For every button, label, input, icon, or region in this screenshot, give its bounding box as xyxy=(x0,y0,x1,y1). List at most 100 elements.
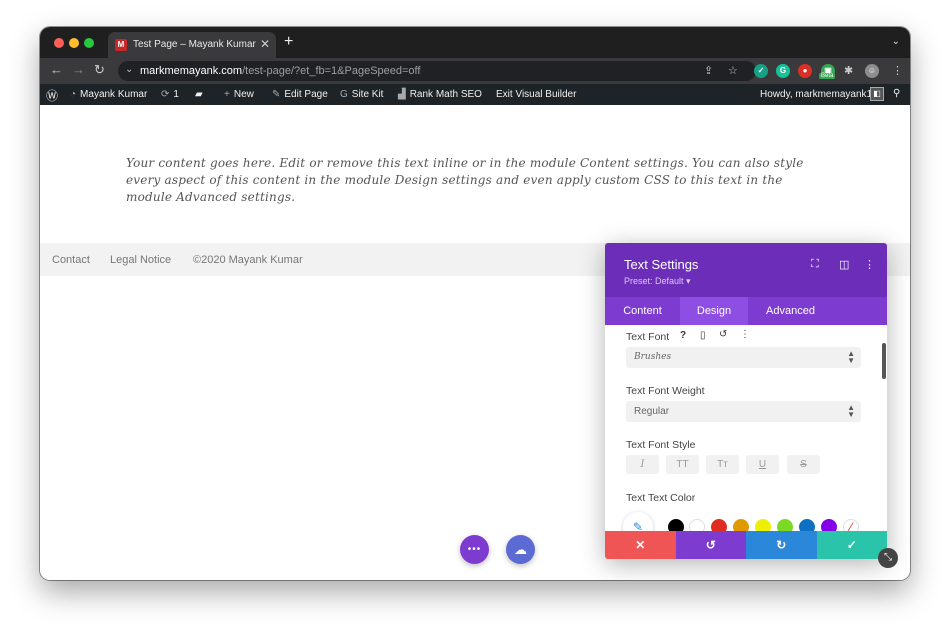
field-menu-icon[interactable]: ⋮ xyxy=(740,329,750,340)
footer-copyright: ©2020 Mayank Kumar xyxy=(193,254,303,266)
maximize-window-button[interactable] xyxy=(84,38,94,48)
url-text: markmemayank.com/test-page/?et_fb=1&Page… xyxy=(140,65,420,77)
wp-admin-bar: Ⓦ ◔ Mayank Kumar ⟳ 1 ▰ + New ✎ Edit Page G Si… xyxy=(40,84,910,105)
sidebar-snap-icon[interactable]: ◫ xyxy=(839,258,849,271)
user-avatar[interactable]: ◧ xyxy=(870,87,884,101)
back-icon[interactable]: ← xyxy=(50,63,63,77)
help-icon[interactable]: ? xyxy=(680,330,686,341)
favicon-icon: M xyxy=(115,39,127,51)
extension-red-icon[interactable]: ● xyxy=(798,64,812,78)
tab-title: Test Page – Mayank Kumar xyxy=(133,39,256,50)
edit-page-link[interactable]: ✎ Edit Page xyxy=(272,89,328,100)
comments-icon[interactable]: ▰ xyxy=(195,89,203,100)
updates-link[interactable]: ⟳ 1 xyxy=(161,89,179,100)
tab-bar: M Test Page – Mayank Kumar ✕ + ⌄ xyxy=(40,27,910,58)
site-name-link[interactable]: ◔ Mayank Kumar xyxy=(70,89,147,100)
font-weight-value: Regular xyxy=(634,406,670,417)
forward-icon[interactable]: → xyxy=(72,63,85,77)
site-info-icon[interactable]: ⌄ xyxy=(125,64,133,75)
extensions-puzzle-icon[interactable]: ✱ xyxy=(844,64,853,78)
extension-shield-icon[interactable]: ✓ xyxy=(754,64,768,78)
modal-tabs: Content Design Advanced xyxy=(605,297,887,325)
uppercase-style-button[interactable]: TT xyxy=(666,455,699,474)
builder-app-button[interactable]: ☁ xyxy=(506,535,535,564)
rank-math-label: Rank Math SEO xyxy=(409,89,482,100)
color-swatch-yellow[interactable] xyxy=(755,519,771,531)
color-picker-eyedropper-icon[interactable]: ✎ xyxy=(623,512,653,531)
resize-handle-icon[interactable]: ⤡ xyxy=(878,548,898,568)
address-bar[interactable]: ⌄ markmemayank.com/test-page/?et_fb=1&Pa… xyxy=(118,61,756,81)
reset-icon[interactable]: ↺ xyxy=(719,329,727,340)
tab-content[interactable]: Content xyxy=(605,297,680,325)
color-swatch-blue[interactable] xyxy=(799,519,815,531)
redo-button[interactable]: ↻ xyxy=(746,531,817,559)
close-window-button[interactable] xyxy=(54,38,64,48)
search-icon[interactable]: ⚲ xyxy=(893,88,900,99)
color-swatch-green[interactable] xyxy=(777,519,793,531)
font-style-label: Text Font Style xyxy=(626,439,696,451)
underline-style-button[interactable]: U xyxy=(746,455,779,474)
select-arrows-icon: ▲ ▼ xyxy=(847,403,855,419)
tab-design[interactable]: Design xyxy=(680,297,748,325)
browser-window: M Test Page – Mayank Kumar ✕ + ⌄ ← → ↻ ⌄… xyxy=(40,27,910,580)
new-label: New xyxy=(233,89,254,100)
footer-link-contact[interactable]: Contact xyxy=(52,254,90,266)
text-font-value: Brushes xyxy=(634,352,672,362)
google-g-icon: G xyxy=(340,89,348,100)
share-icon[interactable]: ⇪ xyxy=(704,64,713,77)
save-button[interactable]: ✓ xyxy=(816,531,887,559)
footer-link-legal-notice[interactable]: Legal Notice xyxy=(110,254,171,266)
responsive-icon[interactable]: ▯ xyxy=(700,330,706,341)
reload-icon[interactable]: ↻ xyxy=(94,63,105,77)
site-kit-label: Site Kit xyxy=(351,89,384,100)
minimize-window-button[interactable] xyxy=(69,38,79,48)
cancel-button[interactable]: ✕ xyxy=(605,531,676,559)
font-weight-label: Text Font Weight xyxy=(626,385,705,397)
browser-tab[interactable]: M Test Page – Mayank Kumar ✕ xyxy=(108,32,276,58)
new-content-link[interactable]: + New xyxy=(224,89,254,100)
preset-dropdown[interactable]: Preset: Default ▾ xyxy=(624,276,691,287)
browser-toolbar: ← → ↻ ⌄ markmemayank.com/test-page/?et_f… xyxy=(40,58,910,84)
modal-footer: ✕ ↺ ↻ ✓ xyxy=(605,531,887,559)
exit-visual-builder-link[interactable]: Exit Visual Builder xyxy=(496,89,576,100)
text-font-label: Text Font xyxy=(626,331,670,343)
capitalize-style-button[interactable]: Tт xyxy=(706,455,739,474)
bookmark-star-icon[interactable]: ☆ xyxy=(728,64,738,77)
text-font-select[interactable]: Brushes ▲ ▼ xyxy=(626,347,861,368)
grammarly-icon[interactable]: G xyxy=(776,64,790,78)
new-tab-icon[interactable]: + xyxy=(284,34,293,50)
color-swatch-orange[interactable] xyxy=(733,519,749,531)
howdy-user-link[interactable]: Howdy, markmemayank1 xyxy=(760,89,872,100)
color-swatch-black[interactable] xyxy=(668,519,684,531)
strikethrough-style-button[interactable]: S xyxy=(787,455,820,474)
undo-button[interactable]: ↺ xyxy=(675,531,746,559)
text-module-body[interactable]: Your content goes here. Edit or remove t… xyxy=(126,155,826,206)
color-swatch-purple[interactable] xyxy=(821,519,837,531)
dashboard-icon: ◔ xyxy=(70,89,77,100)
modal-header: Text Settings Preset: Default ▾ ⛶ ◫ ⋮ xyxy=(605,243,887,297)
text-color-label: Text Text Color xyxy=(626,492,696,504)
color-swatch-none-icon[interactable]: ⁄ xyxy=(843,519,859,531)
tab-search-chevron-icon[interactable]: ⌄ xyxy=(892,36,900,47)
italic-style-button[interactable]: I xyxy=(626,455,659,474)
updates-icon: ⟳ xyxy=(161,89,170,100)
wordpress-logo-icon[interactable]: Ⓦ xyxy=(46,87,58,104)
browser-menu-icon[interactable]: ⋮ xyxy=(892,64,903,78)
font-weight-select[interactable]: Regular ▲ ▼ xyxy=(626,401,861,422)
tab-advanced[interactable]: Advanced xyxy=(748,297,833,325)
modal-body: Text Font ? ▯ ↺ ⋮ Brushes ▲ ▼ Text Font W… xyxy=(605,325,887,531)
fullscreen-icon[interactable]: ⛶ xyxy=(811,258,819,271)
profile-avatar[interactable]: ☺ xyxy=(865,64,879,78)
url-path: /test-page/?et_fb=1&PageSpeed=off xyxy=(242,65,421,77)
rank-math-link[interactable]: ▟ Rank Math SEO xyxy=(398,89,482,100)
close-tab-icon[interactable]: ✕ xyxy=(260,37,270,51)
site-kit-link[interactable]: G Site Kit xyxy=(340,89,383,100)
modal-scrollbar[interactable] xyxy=(882,343,886,379)
color-swatch-red[interactable] xyxy=(711,519,727,531)
updates-count: 1 xyxy=(173,89,179,100)
color-swatch-white[interactable] xyxy=(689,519,705,531)
plus-icon: + xyxy=(224,89,230,100)
builder-more-button[interactable]: ••• xyxy=(460,535,489,564)
url-domain: markmemayank.com xyxy=(140,65,243,77)
modal-menu-icon[interactable]: ⋮ xyxy=(864,258,875,271)
